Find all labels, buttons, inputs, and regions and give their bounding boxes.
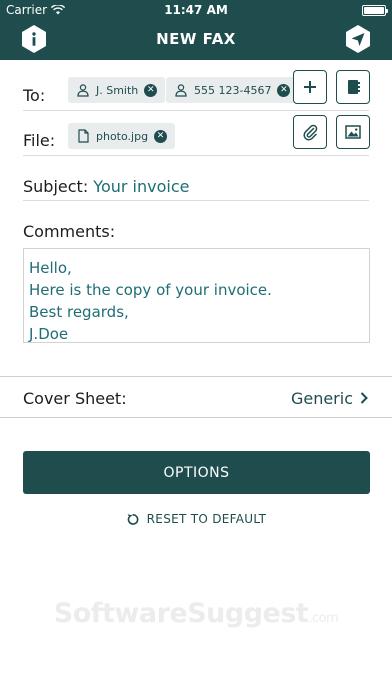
send-icon — [346, 25, 370, 53]
person-icon — [175, 84, 187, 97]
cover-sheet-selector[interactable]: Generic — [291, 389, 369, 408]
comment-line: Hello, — [29, 259, 72, 277]
address-book-icon — [348, 80, 360, 94]
file-icon — [78, 129, 89, 143]
to-label: To: — [23, 86, 46, 105]
file-label: File: — [23, 131, 56, 150]
remove-recipient-button[interactable]: ✕ — [144, 83, 158, 97]
comments-label: Comments: — [23, 222, 116, 241]
remove-recipient-button[interactable]: ✕ — [277, 83, 291, 97]
cover-sheet-row[interactable]: Cover Sheet: Generic — [23, 386, 369, 410]
watermark: SoftwareSuggest.com — [0, 598, 392, 629]
attach-file-button[interactable] — [293, 115, 327, 149]
reset-icon — [127, 513, 139, 525]
comment-line: Here is the copy of your invoice. — [29, 281, 272, 299]
attach-image-button[interactable] — [336, 115, 370, 149]
recipient-number: 555 123-4567 — [194, 83, 272, 97]
attachment-name: photo.jpg — [96, 129, 149, 143]
remove-attachment-button[interactable]: ✕ — [154, 129, 168, 143]
status-time: 11:47 AM — [164, 3, 228, 17]
comment-line: Best regards, — [29, 303, 129, 321]
subject-field[interactable]: Subject: Your invoice — [23, 177, 189, 196]
recipient-name: J. Smith — [96, 83, 139, 97]
nav-header: Carrier 11:47 AM NEW FAX — [0, 0, 392, 60]
recipient-chip[interactable]: J. Smith ✕ — [68, 77, 166, 103]
send-button[interactable] — [344, 24, 372, 54]
add-recipient-button[interactable] — [293, 70, 327, 104]
options-button[interactable]: OPTIONS — [23, 451, 370, 494]
divider — [23, 155, 369, 156]
subject-label: Subject: — [23, 177, 89, 196]
divider — [0, 417, 392, 418]
reset-to-default-button[interactable]: RESET TO DEFAULT — [0, 512, 392, 526]
image-icon — [345, 125, 361, 139]
status-bar: Carrier 11:47 AM — [0, 0, 392, 20]
comments-textarea[interactable]: Hello, Here is the copy of your invoice.… — [23, 248, 370, 343]
attachment-chip[interactable]: photo.jpg ✕ — [68, 123, 176, 149]
divider — [0, 376, 392, 377]
recipient-chip[interactable]: 555 123-4567 ✕ — [166, 77, 299, 103]
watermark-brand: SoftwareSuggest — [53, 598, 309, 629]
divider — [23, 200, 369, 201]
divider — [23, 110, 369, 111]
contacts-button[interactable] — [336, 70, 370, 104]
reset-label: RESET TO DEFAULT — [146, 512, 267, 526]
watermark-suffix: .com — [308, 611, 339, 626]
chevron-right-icon — [360, 392, 368, 404]
subject-value[interactable]: Your invoice — [93, 177, 189, 196]
cover-sheet-label: Cover Sheet: — [23, 388, 127, 408]
battery-icon — [362, 5, 388, 16]
paperclip-icon — [303, 124, 318, 141]
plus-icon — [304, 81, 316, 93]
person-icon — [77, 84, 89, 97]
cover-sheet-value: Generic — [290, 388, 353, 408]
comment-line: J.Doe — [29, 325, 69, 343]
page-title: NEW FAX — [156, 30, 236, 48]
